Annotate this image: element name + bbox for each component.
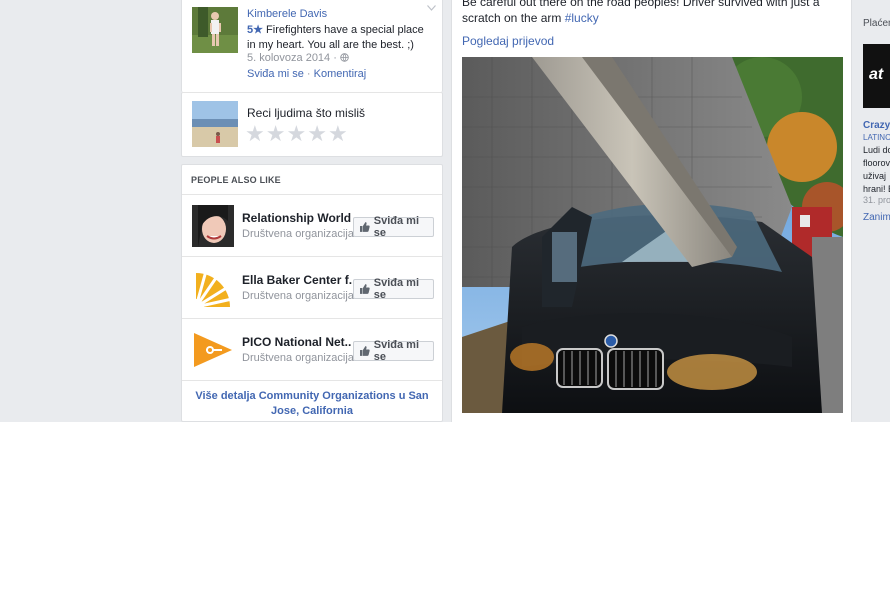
review-body: Firefighters have a special place in my …: [247, 24, 424, 51]
page-name[interactable]: Ella Baker Center f...: [242, 273, 352, 287]
page-avatar[interactable]: [192, 329, 234, 371]
sponsored-header: Plaćen: [863, 18, 890, 29]
post-card: Be careful out there on the road peoples…: [451, 0, 852, 422]
chevron-down-icon[interactable]: [427, 3, 436, 14]
like-button-label: Sviđa mi se: [373, 277, 420, 301]
review-like-link[interactable]: Sviđa mi se: [247, 68, 304, 80]
review-actions-separator: ·: [306, 68, 311, 80]
page-category: Društvena organizacija: [242, 228, 354, 240]
right-sidebar: Plaćen at Crazy LATINC Ludi do floorov u…: [852, 0, 890, 422]
thumbs-up-icon: [360, 284, 370, 294]
ad-description: Ludi do floorov uživaj hrani! E: [863, 144, 890, 196]
page-name[interactable]: Relationship World: [242, 211, 352, 225]
see-translation-link[interactable]: Pogledaj prijevod: [462, 34, 554, 48]
ad-date: 31. pro: [863, 195, 890, 205]
ad-image[interactable]: at: [863, 44, 890, 108]
post-photo[interactable]: [462, 57, 843, 413]
like-page-button[interactable]: Sviđa mi se: [353, 277, 434, 301]
star-icon[interactable]: ★: [307, 123, 327, 145]
like-page-button[interactable]: Sviđa mi se: [353, 339, 434, 363]
review-comment-link[interactable]: Komentiraj: [314, 68, 367, 80]
thumbs-up-icon: [360, 346, 370, 356]
globe-icon: [340, 53, 349, 62]
review-rating: 5★: [247, 24, 263, 36]
rating-stars: ★ ★ ★ ★ ★: [245, 123, 348, 145]
ad-description-line: floorov: [863, 158, 890, 168]
list-item: PICO National Net... Društvena organizac…: [182, 319, 442, 381]
page-avatar[interactable]: [192, 267, 234, 309]
people-also-like-card: PEOPLE ALSO LIKE Relationship World Druš…: [181, 164, 443, 422]
ad-description-line: uživaj: [863, 171, 887, 181]
hashtag-link[interactable]: #lucky: [565, 11, 599, 25]
reviewer-name[interactable]: Kimberele Davis: [247, 8, 327, 20]
rate-prompt: Reci ljudima što misliš: [247, 106, 366, 120]
review-card: Kimberele Davis 5★ Firefighters have a s…: [181, 0, 443, 92]
like-page-button[interactable]: Sviđa mi se: [353, 215, 434, 239]
page-avatar[interactable]: [192, 205, 234, 247]
ad-description-line: Ludi do: [863, 145, 890, 155]
post-text: Be careful out there on the road peoples…: [462, 0, 842, 26]
rate-card: Reci ljudima što misliš ★ ★ ★ ★ ★: [181, 92, 443, 157]
star-icon[interactable]: ★: [245, 123, 265, 145]
like-button-label: Sviđa mi se: [373, 339, 420, 363]
post-body: Be careful out there on the road peoples…: [462, 0, 820, 25]
star-icon[interactable]: ★: [328, 123, 348, 145]
review-actions: Sviđa mi se · Komentiraj: [247, 68, 366, 80]
more-details-link[interactable]: Više detalja Community Organizations u S…: [182, 381, 442, 419]
ad-site[interactable]: LATINC: [863, 133, 890, 142]
thumbs-up-icon: [360, 222, 370, 232]
page-category: Društvena organizacija: [242, 290, 354, 302]
people-also-like-header: PEOPLE ALSO LIKE: [182, 165, 442, 195]
reviewer-avatar[interactable]: [192, 7, 238, 53]
list-item: Relationship World Društvena organizacij…: [182, 195, 442, 257]
review-text: 5★ Firefighters have a special place in …: [247, 23, 427, 53]
page-category: Društvena organizacija: [242, 352, 354, 364]
ad-title[interactable]: Crazy: [863, 120, 890, 131]
review-date[interactable]: 5. kolovoza 2014 ·: [247, 52, 349, 64]
star-icon[interactable]: ★: [286, 123, 306, 145]
user-avatar: [192, 101, 238, 147]
like-button-label: Sviđa mi se: [373, 215, 420, 239]
review-date-text: 5. kolovoza 2014 ·: [247, 52, 337, 64]
list-item: Ella Baker Center f... Društvena organiz…: [182, 257, 442, 319]
ad-link[interactable]: Zanim: [863, 212, 890, 223]
star-icon[interactable]: ★: [266, 123, 286, 145]
page-name[interactable]: PICO National Net...: [242, 335, 352, 349]
